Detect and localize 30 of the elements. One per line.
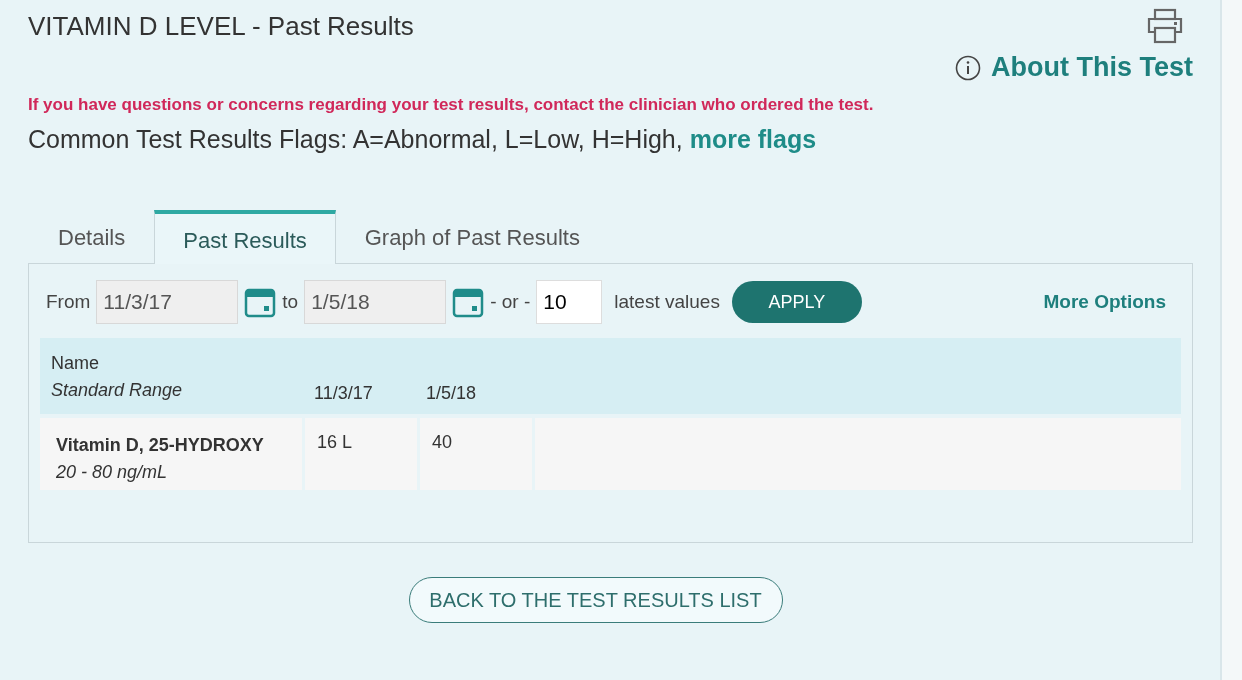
to-label: to [282,291,299,313]
calendar-icon[interactable] [452,286,485,318]
tab[interactable]: Graph of Past Results [335,210,609,264]
table-cell: 40 [420,418,532,490]
page-title: VITAMIN D LEVEL - Past Results [28,10,414,42]
apply-button[interactable]: APPLY [731,281,862,323]
column-header: 11/3/17 [313,383,374,404]
printer-icon[interactable] [1145,6,1185,46]
test-name: Vitamin D, 25-HYDROXY [56,434,265,457]
more-options-link[interactable]: More Options [1043,291,1166,313]
column-header: Name [51,352,100,375]
or-label: - or - [490,291,531,313]
from-date-field[interactable]: 11/3/17 [96,280,239,324]
column-header: 1/5/18 [425,383,478,404]
flags-text: Common Test Results Flags: A=Abnormal, L=Low, H=High, [28,125,683,153]
tab[interactable]: Past Results [154,210,336,264]
calendar-icon[interactable] [244,286,277,318]
notice-text: If you have questions or concerns regarding your test results, contact the clinician who ordered the test. [28,95,875,115]
latest-values-label: latest values [614,291,720,313]
table-cell: 16 L [305,418,417,490]
more-flags-link[interactable]: more flags [689,125,817,153]
from-label: From [46,291,91,313]
tab[interactable]: Details [29,210,155,264]
back-button[interactable]: BACK TO THE TEST RESULTS LIST [408,577,783,623]
standard-range: 20 - 80 ng/mL [56,461,169,484]
column-header: Standard Range [51,379,184,402]
to-date-field[interactable]: 1/5/18 [304,280,447,324]
info-icon [955,54,981,81]
about-test-link[interactable]: About This Test [955,52,1193,83]
count-field[interactable]: 10 [536,280,603,324]
